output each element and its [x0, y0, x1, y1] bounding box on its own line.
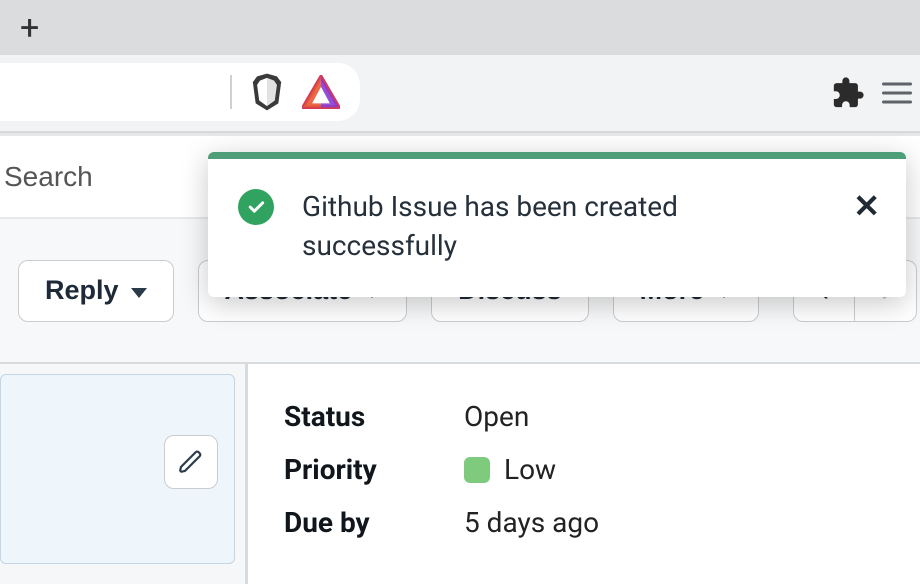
ticket-properties-panel: Status Open Priority Low Due by 5 days a… [248, 364, 920, 584]
priority-text: Low [504, 453, 556, 486]
brave-bat-icon[interactable] [302, 75, 340, 109]
chevron-down-icon [131, 288, 147, 298]
address-divider [230, 75, 232, 109]
ticket-preview-panel [0, 364, 248, 584]
reply-label: Reply [45, 275, 119, 306]
ticket-preview-card[interactable] [0, 374, 235, 564]
dueby-row: Due by 5 days ago [284, 506, 920, 539]
edit-button[interactable] [164, 435, 218, 489]
address-bar[interactable] [0, 63, 360, 121]
brave-shield-icon[interactable] [250, 72, 284, 112]
toast-body: Github Issue has been created successful… [208, 159, 906, 297]
detail-row: Status Open Priority Low Due by 5 days a… [0, 364, 920, 584]
toast-accent-bar [208, 152, 906, 159]
dueby-label: Due by [284, 506, 464, 539]
dueby-value[interactable]: 5 days ago [464, 506, 599, 539]
check-circle-icon [238, 189, 274, 225]
status-value[interactable]: Open [464, 400, 529, 433]
status-label: Status [284, 400, 464, 433]
new-tab-button[interactable]: + [20, 11, 39, 45]
priority-color-swatch [464, 457, 490, 483]
browser-tab-strip: + [0, 0, 920, 55]
reply-button[interactable]: Reply [18, 260, 174, 322]
search-input[interactable] [0, 161, 180, 193]
hamburger-menu-icon[interactable] [882, 77, 912, 110]
browser-toolbar [0, 55, 920, 133]
toast-message: Github Issue has been created successful… [302, 187, 772, 265]
priority-row: Priority Low [284, 453, 920, 486]
extensions-icon[interactable] [831, 76, 865, 110]
pencil-icon [178, 449, 204, 475]
toast-close-button[interactable]: ✕ [853, 187, 880, 225]
priority-label: Priority [284, 453, 464, 486]
priority-value[interactable]: Low [464, 453, 556, 486]
success-toast: Github Issue has been created successful… [208, 152, 906, 297]
status-row: Status Open [284, 400, 920, 433]
